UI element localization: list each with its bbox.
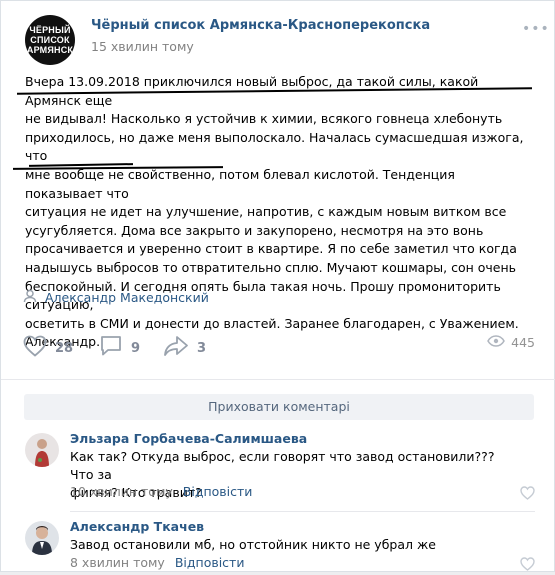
like-count: 28: [55, 340, 74, 356]
post-text-line: ситуация не идет на улучшение, напротив,…: [25, 204, 507, 220]
post-text-line: осветить в СМИ и донести до властей. Зар…: [25, 315, 519, 331]
comment-meta: 8 хвилин тому Відповісти: [70, 555, 244, 570]
comment-text: Завод остановили мб, но отстойник никто …: [70, 536, 500, 554]
comment-text-line: Как так? Откуда выброс, если говорят что…: [70, 449, 495, 482]
divider: [1, 379, 555, 380]
post-text-line: приходилось, но даже меня выполоскало. Н…: [25, 129, 524, 164]
post-text-line: усугубляется. Дома все закрыто и закупор…: [25, 222, 484, 238]
comment-text-line: Завод остановили мб, но отстойник никто …: [70, 537, 436, 552]
post-card: ЧЁРНЫЙ СПИСОК АРМЯНСК Чёрный список Армя…: [0, 0, 555, 572]
post-text-line: надышусь выбросов то отвратительно сплю.…: [25, 259, 517, 275]
comment-time[interactable]: 10 хвилин тому: [70, 484, 173, 499]
heart-icon: [23, 335, 47, 361]
post-actions: 28 9 3 445: [23, 335, 535, 361]
hide-comments-button[interactable]: Приховати коментарі: [24, 394, 534, 420]
comment-time[interactable]: 8 хвилин тому: [70, 555, 165, 570]
share-icon: [163, 335, 189, 361]
like-button[interactable]: 28: [23, 335, 73, 361]
comment-count: 9: [131, 340, 141, 356]
view-count: 445: [511, 335, 535, 350]
eye-icon: [487, 335, 506, 350]
reply-link[interactable]: Відповісти: [183, 484, 253, 499]
post-text-line: не видывал! Насколько я устойчив к химии…: [25, 111, 503, 127]
more-options-icon[interactable]: •••: [522, 21, 550, 37]
comment-like-icon[interactable]: [520, 556, 535, 575]
post-time[interactable]: 15 хвилин тому: [91, 39, 194, 54]
comment-button[interactable]: 9: [99, 335, 140, 361]
post-text-line: просачивается и уверенно стоит в квартир…: [25, 241, 517, 257]
group-avatar[interactable]: ЧЁРНЫЙ СПИСОК АРМЯНСК: [25, 15, 75, 65]
logo-line-1: ЧЁРНЫЙ: [29, 25, 71, 35]
author-name[interactable]: Александр Македонский: [45, 290, 209, 305]
post-text-line: мне вообще не свойственно, потом блевал …: [25, 166, 455, 201]
comment-meta: 10 хвилин тому Відповісти: [70, 484, 252, 499]
logo-line-2: СПИСОК: [30, 35, 70, 45]
views-counter: 445: [487, 335, 535, 350]
commenter-avatar[interactable]: [25, 521, 59, 555]
commenter-name[interactable]: Александр Ткачев: [70, 519, 204, 534]
commenter-name[interactable]: Эльзара Горбачева-Салимшаева: [70, 431, 307, 446]
share-count: 3: [197, 340, 207, 356]
comment-like-icon[interactable]: [520, 485, 535, 504]
logo-line-3: АРМЯНСК: [26, 45, 74, 55]
group-name-link[interactable]: Чёрный список Армянска-Красноперекопска: [91, 18, 430, 33]
post-text: Вчера 13.09.2018 приключился новый выбро…: [25, 73, 535, 352]
comment-icon: [99, 335, 123, 361]
comment-divider: [70, 511, 535, 512]
post-author[interactable]: Александр Македонский: [23, 288, 209, 307]
user-icon: [23, 288, 37, 307]
share-button[interactable]: 3: [163, 335, 206, 361]
commenter-avatar[interactable]: [25, 433, 59, 467]
reply-link[interactable]: Відповісти: [175, 555, 245, 570]
